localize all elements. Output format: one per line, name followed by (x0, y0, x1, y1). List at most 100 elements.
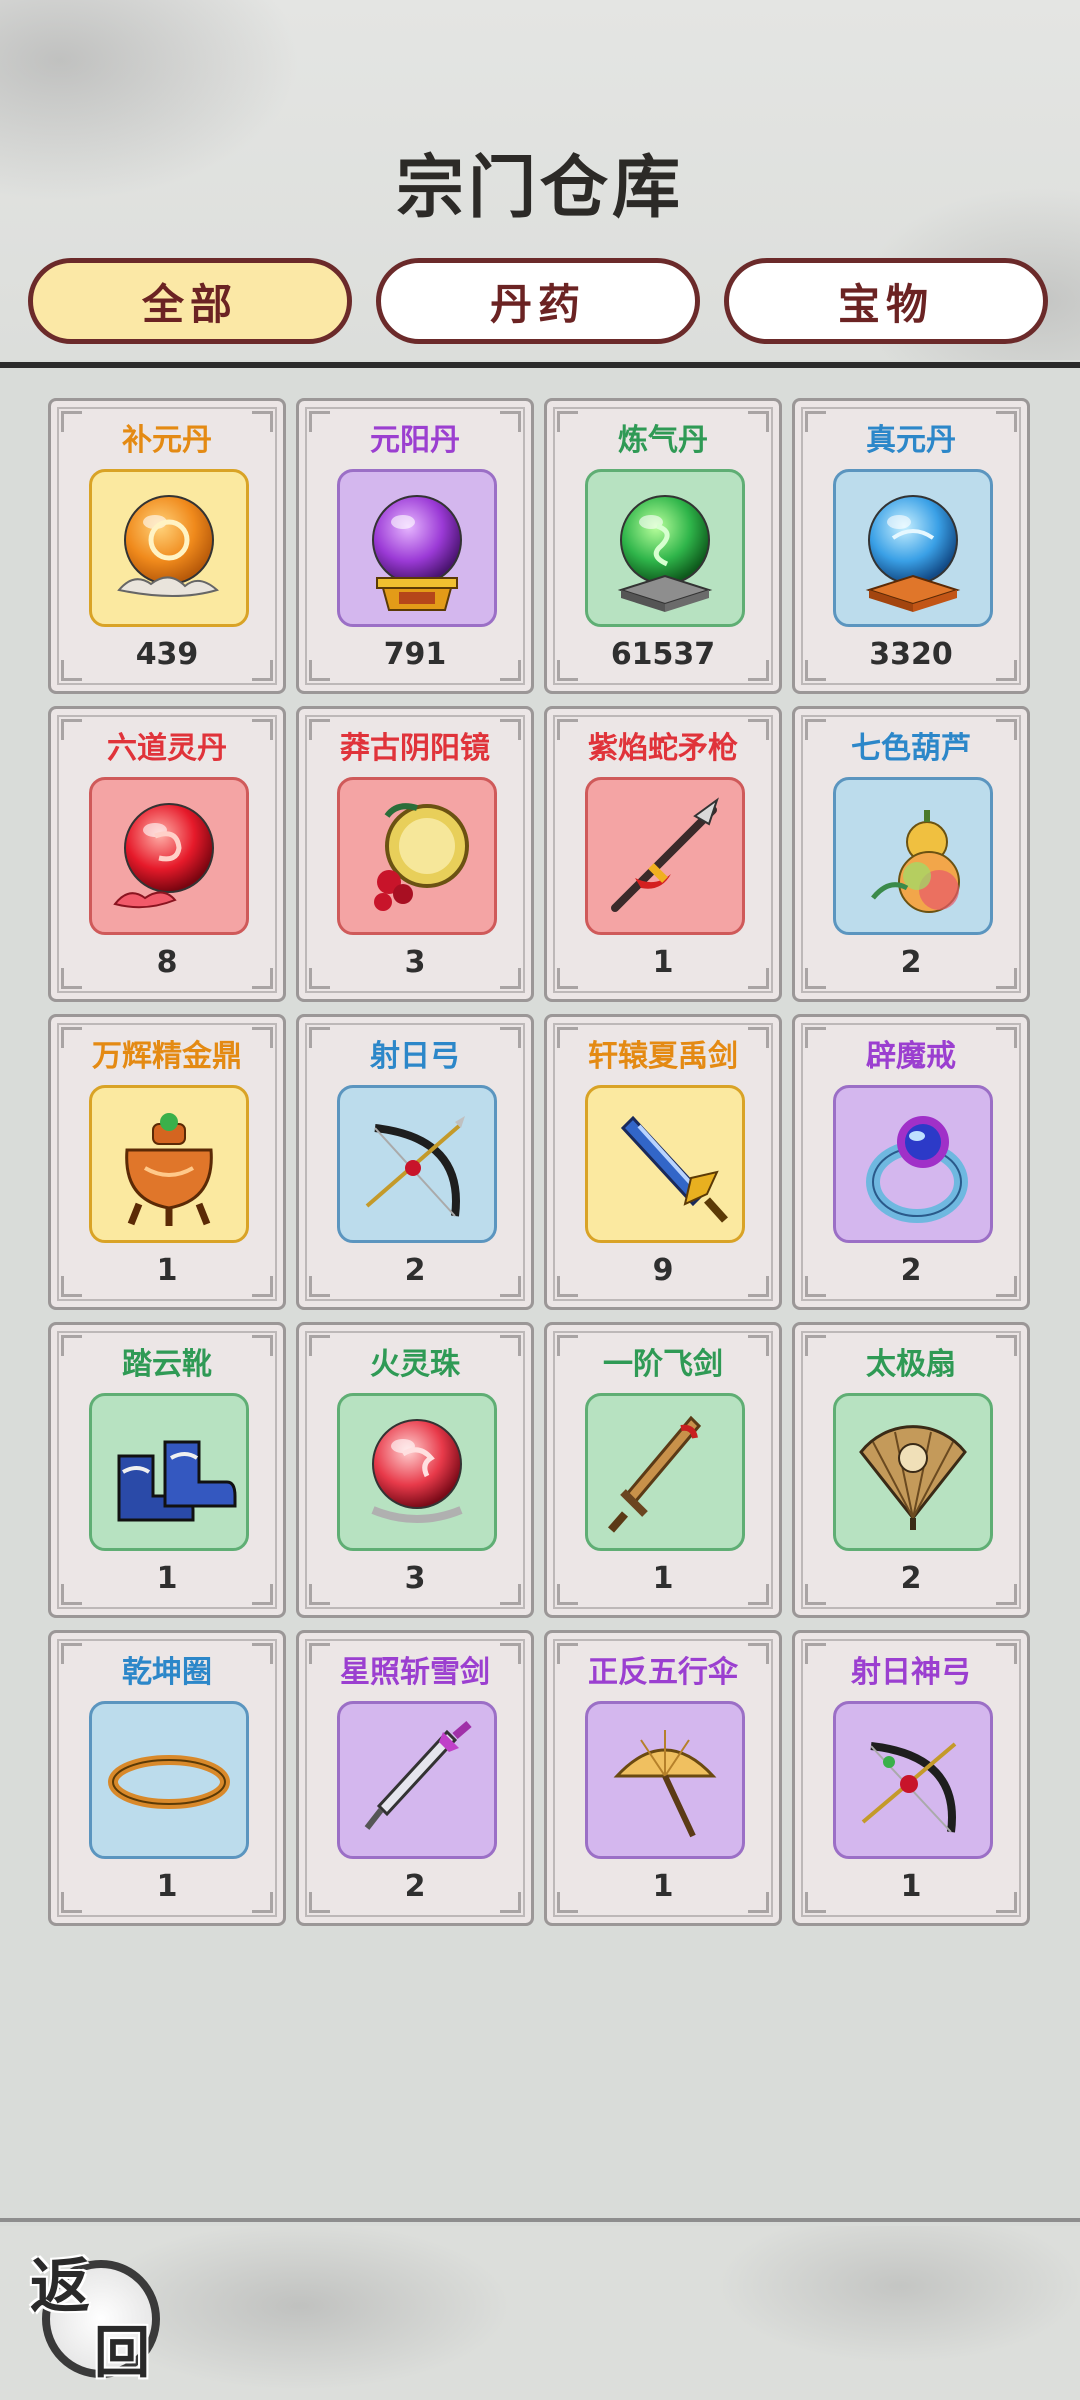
tab-treasures[interactable]: 宝物 (724, 258, 1048, 344)
item-count: 1 (156, 1253, 178, 1288)
item-name: 真元丹 (866, 423, 956, 458)
item-icon-frame (89, 469, 249, 627)
item-count: 2 (900, 1561, 922, 1596)
spear-icon (611, 797, 719, 912)
item-card[interactable]: 乾坤圈 1 (48, 1630, 286, 1926)
item-count: 1 (900, 1869, 922, 1904)
item-card[interactable]: 太极扇 2 (792, 1322, 1030, 1618)
item-count: 1 (652, 1869, 674, 1904)
item-name: 七色葫芦 (851, 731, 971, 766)
item-icon-frame (337, 1701, 497, 1859)
golden-ring-icon (108, 1755, 230, 1809)
item-count: 1 (652, 945, 674, 980)
item-count: 2 (404, 1869, 426, 1904)
item-icon-frame (89, 1085, 249, 1243)
item-card[interactable]: 轩辕夏禹剑 9 (544, 1014, 782, 1310)
item-icon-frame (89, 1701, 249, 1859)
tab-all[interactable]: 全部 (28, 258, 352, 344)
item-icon-frame (585, 469, 745, 627)
item-count: 1 (652, 1561, 674, 1596)
item-name: 太极扇 (866, 1347, 956, 1382)
item-name: 星照斩雪剑 (340, 1655, 490, 1690)
item-name: 射日弓 (370, 1039, 460, 1074)
item-icon-frame (89, 777, 249, 935)
sword-icon (620, 1115, 728, 1223)
item-count: 2 (900, 1253, 922, 1288)
item-icon-frame (337, 1085, 497, 1243)
item-icon-frame (89, 1393, 249, 1551)
item-icon-frame (833, 1085, 993, 1243)
item-icon-frame (585, 1701, 745, 1859)
item-card[interactable]: 踏云靴 1 (48, 1322, 286, 1618)
item-name: 轩辕夏禹剑 (588, 1039, 738, 1074)
item-name: 正反五行伞 (588, 1655, 738, 1690)
item-card[interactable]: 七色葫芦 2 (792, 706, 1030, 1002)
item-card[interactable]: 万辉精金鼎 1 (48, 1014, 286, 1310)
item-card[interactable]: 真元丹 3320 (792, 398, 1030, 694)
item-count: 3320 (869, 637, 953, 672)
item-name: 六道灵丹 (107, 731, 227, 766)
item-name: 元阳丹 (370, 423, 460, 458)
item-card[interactable]: 补元丹 439 (48, 398, 286, 694)
item-name: 乾坤圈 (122, 1655, 212, 1690)
item-card[interactable]: 正反五行伞 1 (544, 1630, 782, 1926)
item-count: 61537 (610, 637, 716, 672)
item-card[interactable]: 火灵珠 3 (296, 1322, 534, 1618)
item-count: 791 (383, 637, 447, 672)
item-name: 一阶飞剑 (603, 1347, 723, 1382)
page-title: 宗门仓库 (395, 148, 684, 228)
fire-pearl-icon (371, 1419, 463, 1523)
item-icon-frame (833, 777, 993, 935)
blue-orb-icon (865, 495, 961, 612)
item-icon-frame (337, 1393, 497, 1551)
item-card[interactable]: 元阳丹 791 (296, 398, 534, 694)
header: 宗门仓库 全部 丹药 宝物 (0, 0, 1080, 360)
item-icon-frame (337, 469, 497, 627)
category-tabs: 全部 丹药 宝物 (28, 258, 1052, 350)
umbrella-icon (613, 1730, 717, 1838)
back-label-bottom: 回 (94, 2320, 150, 2386)
footer-divider (0, 2218, 1080, 2222)
item-card[interactable]: 星照斩雪剑 2 (296, 1630, 534, 1926)
item-card[interactable]: 射日神弓 1 (792, 1630, 1030, 1926)
purple-orb-icon (372, 495, 462, 611)
item-name: 炼气丹 (618, 423, 708, 458)
bow-icon (365, 1116, 465, 1217)
item-grid[interactable]: 补元丹 439 元阳丹 791 炼气丹 61537 真元丹 3320 六道灵丹 8 莽古阴阳镜 3 紫焰… (48, 398, 1038, 1928)
item-name: 射日神弓 (851, 1655, 971, 1690)
item-name: 万辉精金鼎 (92, 1039, 242, 1074)
item-icon-frame (585, 1393, 745, 1551)
red-pill-icon (113, 803, 214, 909)
item-card[interactable]: 六道灵丹 8 (48, 706, 286, 1002)
item-icon-frame (585, 1085, 745, 1243)
item-name: 辟魔戒 (866, 1039, 956, 1074)
item-card[interactable]: 莽古阴阳镜 3 (296, 706, 534, 1002)
fan-icon (859, 1425, 967, 1530)
item-name: 补元丹 (122, 423, 212, 458)
item-card[interactable]: 炼气丹 61537 (544, 398, 782, 694)
item-name: 火灵珠 (370, 1347, 460, 1382)
item-count: 9 (652, 1253, 674, 1288)
star-sword-icon (364, 1720, 472, 1830)
header-divider (0, 362, 1080, 368)
item-card[interactable]: 紫焰蛇矛枪 1 (544, 706, 782, 1002)
item-icon-frame (585, 777, 745, 935)
item-card[interactable]: 一阶飞剑 1 (544, 1322, 782, 1618)
item-count: 2 (404, 1253, 426, 1288)
orange-pill-icon (117, 495, 220, 597)
item-card[interactable]: 射日弓 2 (296, 1014, 534, 1310)
item-name: 紫焰蛇矛枪 (588, 731, 738, 766)
item-card[interactable]: 辟魔戒 2 (792, 1014, 1030, 1310)
boots-icon (117, 1440, 237, 1522)
green-orb-icon (617, 495, 713, 612)
back-button[interactable]: 返 回 (20, 2238, 170, 2388)
item-count: 8 (156, 945, 178, 980)
item-icon-frame (833, 1393, 993, 1551)
tab-pills[interactable]: 丹药 (376, 258, 700, 344)
item-icon-frame (833, 1701, 993, 1859)
item-count: 2 (900, 945, 922, 980)
item-icon-frame (337, 777, 497, 935)
item-name: 踏云靴 (122, 1347, 212, 1382)
wooden-sword-icon (607, 1415, 702, 1533)
item-count: 3 (404, 1561, 426, 1596)
